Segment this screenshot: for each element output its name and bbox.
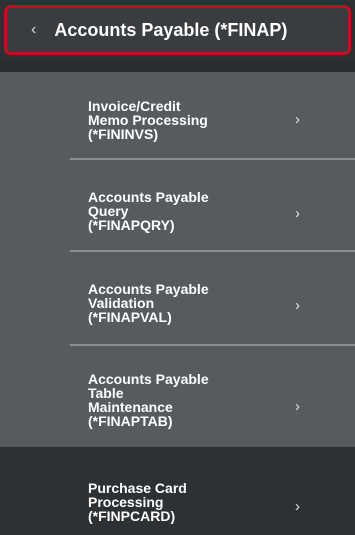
menu-item-finapqry[interactable]: Accounts Payable Query (*FINAPQRY) › <box>0 162 355 252</box>
chevron-right-icon: › <box>295 498 300 515</box>
menu-item-finaptab[interactable]: Accounts Payable Table Maintenance (*FIN… <box>0 348 355 446</box>
chevron-right-icon: › <box>295 111 300 128</box>
menu-item-finapval[interactable]: Accounts Payable Validation (*FINAPVAL) … <box>0 254 355 346</box>
divider <box>70 250 355 252</box>
menu-item-fininvs[interactable]: Invoice/Credit Memo Processing (*FININVS… <box>0 72 355 160</box>
chevron-right-icon: › <box>295 205 300 222</box>
app-root: ‹ Accounts Payable (*FINAP) Invoice/Cred… <box>0 0 355 535</box>
chevron-right-icon: › <box>295 297 300 314</box>
menu-item-label: Accounts Payable Query (*FINAPQRY) <box>88 189 209 233</box>
chevron-left-icon[interactable]: ‹ <box>31 22 36 38</box>
chevron-right-icon: › <box>295 398 300 415</box>
menu-item-label: Accounts Payable Table Maintenance (*FIN… <box>88 371 209 429</box>
header-spacer <box>0 58 355 72</box>
menu-item-finpcard[interactable]: Purchase Card Processing (*FINPCARD) › <box>0 447 355 535</box>
divider <box>70 344 355 346</box>
menu-title: Accounts Payable (*FINAP) <box>54 19 288 40</box>
divider <box>70 158 355 160</box>
submenu-list: Invoice/Credit Memo Processing (*FININVS… <box>0 72 355 535</box>
menu-item-label: Purchase Card Processing (*FINPCARD) <box>88 480 187 524</box>
menu-item-label: Invoice/Credit Memo Processing (*FININVS… <box>88 98 208 142</box>
back-to-accounts-payable-button[interactable]: ‹ Accounts Payable (*FINAP) <box>4 5 351 55</box>
menu-item-label: Accounts Payable Validation (*FINAPVAL) <box>88 281 209 325</box>
